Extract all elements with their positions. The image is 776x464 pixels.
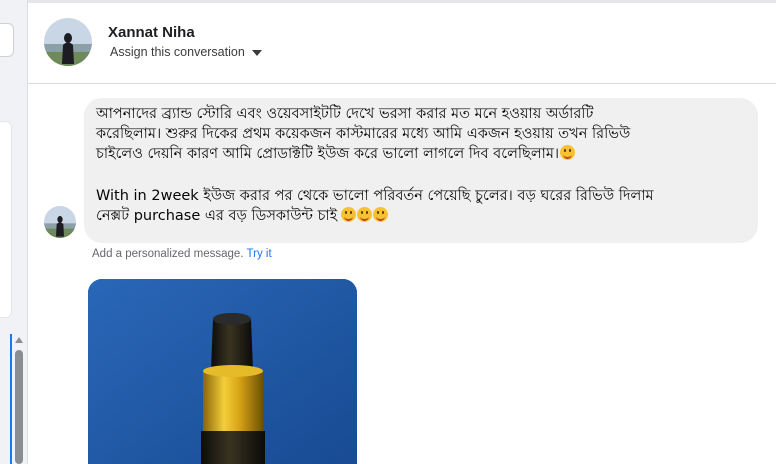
message-text-line: চাইলেও দেয়নি কারণ আমি প্রোডাক্টটি ইউজ ক… xyxy=(96,144,748,164)
contact-name[interactable]: Xannat Niha xyxy=(108,24,195,41)
message-text-line: With in 2week ইউজ করার পর থেকে ভালো পরিব… xyxy=(96,188,654,204)
message-text-line: আপনাদের ব্র্যান্ড স্টোরি এবং ওয়েবসাইটটি… xyxy=(96,106,594,122)
message-paragraph-gap xyxy=(96,164,748,186)
message-bubble[interactable]: আপনাদের ব্র্যান্ড স্টোরি এবং ওয়েবসাইটটি… xyxy=(84,98,758,243)
header-top-border xyxy=(28,0,776,3)
contact-avatar[interactable] xyxy=(44,18,92,66)
avatar-photo-icon xyxy=(44,18,92,66)
photo-attachment[interactable] xyxy=(88,279,357,464)
grinning-face-icon xyxy=(373,207,389,222)
scrollbar-thumb[interactable] xyxy=(15,350,23,464)
assign-conversation-dropdown[interactable]: Assign this conversation xyxy=(110,45,262,59)
scroll-up-arrow-icon[interactable] xyxy=(15,337,23,343)
assign-conversation-label: Assign this conversation xyxy=(110,45,245,59)
try-it-link[interactable]: Try it xyxy=(247,248,272,260)
avatar-photo-icon xyxy=(44,206,76,238)
personalized-message-hint: Add a personalized message. Try it xyxy=(92,248,272,260)
message-text-line: করেছিলাম। শুরুর দিকের প্রথম কয়েকজন কাস্… xyxy=(96,126,631,142)
conversation-list-pane xyxy=(0,0,27,464)
message-text-fragment: চাইলেও দেয়নি কারণ আমি প্রোডাক্টটি ইউজ ক… xyxy=(96,146,560,162)
grinning-face-icon xyxy=(341,207,357,222)
product-bottle-photo-icon xyxy=(88,279,357,464)
selected-indicator xyxy=(10,334,12,464)
message-text-line: নেক্সট purchase এর বড় ডিসকাউন্ট চাই xyxy=(96,206,748,226)
sender-avatar[interactable] xyxy=(44,206,76,238)
grinning-face-icon xyxy=(560,145,576,160)
hint-text: Add a personalized message. xyxy=(92,248,244,260)
caret-down-icon xyxy=(251,49,262,56)
conversation-list-card[interactable] xyxy=(0,121,12,318)
conversation-search-box[interactable] xyxy=(0,23,14,57)
conversation-header xyxy=(28,0,776,84)
grinning-face-icon xyxy=(357,207,373,222)
message-text-fragment: নেক্সট purchase এর বড় ডিসকাউন্ট চাই xyxy=(96,208,338,224)
